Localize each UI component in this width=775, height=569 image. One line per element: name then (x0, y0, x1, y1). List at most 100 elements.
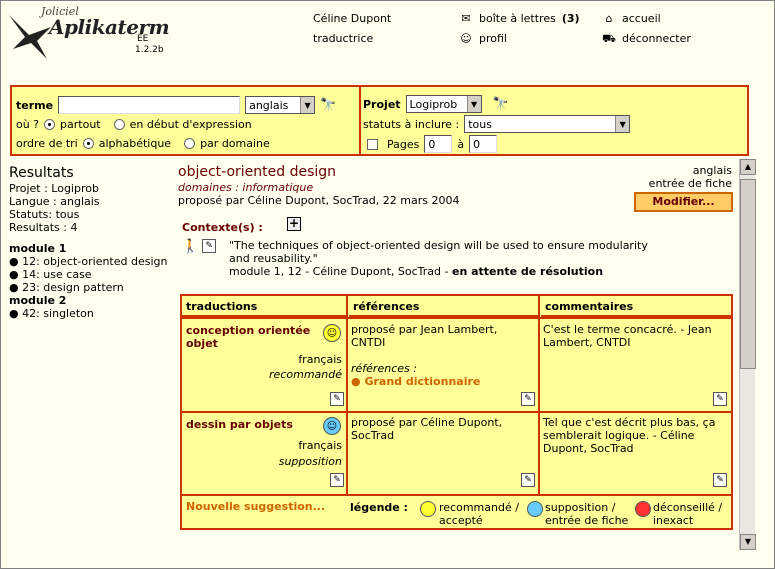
edit-icon[interactable]: ✎ (330, 392, 344, 406)
comment-text: C'est le terme concacré. - Jean Lambert,… (543, 323, 712, 349)
divider (538, 296, 540, 496)
translation-term: conception orientée objet (186, 324, 311, 350)
reference-link[interactable]: ● Grand dictionnaire (351, 375, 531, 388)
divider (346, 296, 348, 496)
radio-domain[interactable] (184, 138, 196, 149)
envelope-icon: ✉ (461, 11, 471, 25)
profile-label: profil (479, 32, 507, 45)
smiley-happy-icon: ☺ (323, 324, 341, 342)
edit-icon[interactable]: ✎ (330, 473, 344, 487)
context-label: Contexte(s) : (182, 221, 263, 234)
edit-icon[interactable]: ✎ (521, 473, 535, 487)
context-quote: "The techniques of object-oriented desig… (229, 239, 648, 265)
home-icon: ⌂ (605, 11, 613, 25)
smiley-sad-icon (635, 501, 651, 517)
pages-field: Pages à (367, 135, 498, 153)
user-role: traductrice (313, 32, 374, 45)
header-references: références (349, 296, 539, 317)
modify-button[interactable]: Modifier... (634, 192, 733, 212)
language-value: anglais (249, 98, 289, 112)
add-context-button[interactable]: + (287, 217, 301, 231)
divider (182, 411, 731, 413)
binoculars-icon[interactable]: 🔭 (320, 98, 336, 113)
term-input[interactable] (58, 96, 241, 114)
list-item[interactable]: ● 14: use case (9, 268, 169, 281)
edit-icon[interactable]: ✎ (713, 392, 727, 406)
context-icons: 🚶 ✎ (182, 239, 217, 254)
profile-link[interactable]: ☺ profil (459, 32, 507, 45)
radio-start[interactable] (113, 119, 125, 130)
edit-icon[interactable]: ✎ (713, 473, 727, 487)
inbox-label: boîte à lettres (479, 12, 556, 25)
new-suggestion-link[interactable]: Nouvelle suggestion... (186, 500, 325, 513)
logo: Joliciel Aplikaterm EE 1.2.2b (7, 3, 170, 63)
entry-lang: anglais (692, 164, 732, 177)
comment-text: Tel que c'est décrit plus bas, ça semble… (543, 416, 716, 455)
profile-icon: ☺ (460, 31, 472, 45)
smiley-happy-icon (420, 501, 436, 517)
scroll-thumb[interactable] (740, 179, 756, 369)
results-panel: Resultats Projet : Logiprob Langue : ang… (9, 166, 169, 320)
project-select[interactable]: Logiprob ▼ (405, 95, 482, 113)
status-label: statuts à inclure : (363, 117, 460, 131)
status-field: statuts à inclure : tous ▼ (363, 115, 631, 133)
status-select[interactable]: tous ▼ (464, 115, 631, 133)
header-comments: commentaires (541, 296, 731, 317)
home-link[interactable]: ⌂ accueil (602, 12, 661, 25)
where-opt1: partout (60, 118, 101, 131)
pages-label: Pages (387, 137, 420, 151)
search-panel: terme anglais ▼ 🔭 où ? partout en début … (10, 85, 749, 156)
scroll-down-button[interactable]: ▼ (740, 534, 756, 550)
project-value: Logiprob (409, 97, 458, 111)
entry-meta: anglais entrée de fiche (649, 164, 732, 190)
sort-label: ordre de tri (16, 137, 78, 150)
car-icon: ⛟ (602, 31, 616, 45)
legend-deprecated: déconseillé / inexact (653, 501, 723, 527)
logout-link[interactable]: ⛟ déconnecter (602, 32, 691, 45)
vertical-scrollbar[interactable]: ▲ ▼ (739, 159, 756, 550)
translation-status: supposition (278, 455, 342, 468)
list-item[interactable]: ● 23: design pattern (9, 281, 169, 294)
language-select[interactable]: anglais ▼ (245, 96, 316, 114)
list-item[interactable]: ● 42: singleton (9, 307, 169, 320)
inbox-link[interactable]: ✉ boîte à lettres (3) (459, 11, 580, 25)
pages-to-input[interactable] (469, 135, 498, 153)
module-1-heading: module 1 (9, 242, 67, 255)
entry-title: object-oriented design (178, 164, 337, 180)
entry-type: entrée de fiche (648, 177, 732, 190)
project-field: Projet Logiprob ▼ 🔭 (363, 95, 509, 113)
pages-from-input[interactable] (424, 135, 453, 153)
scroll-up-button[interactable]: ▲ (740, 159, 756, 175)
sort-opt1: alphabétique (98, 137, 172, 150)
radio-alpha[interactable] (82, 138, 94, 149)
term-label: terme (16, 98, 54, 112)
where-opt2: en début d'expression (129, 118, 252, 131)
user-name: Céline Dupont (313, 12, 392, 25)
results-statuts: Statuts: tous (9, 208, 80, 221)
panel-divider (359, 87, 361, 154)
edition: EE (137, 34, 149, 44)
reference-text: proposé par Céline Dupont, SocTrad (351, 416, 503, 442)
project-label: Projet (363, 97, 401, 111)
header-translations: traductions (182, 296, 347, 317)
chevron-down-icon: ▼ (615, 116, 630, 132)
edit-icon[interactable]: ✎ (521, 392, 535, 406)
entry-domains: domaines : informatique (178, 181, 314, 194)
inbox-count: (3) (561, 12, 580, 25)
radio-everywhere[interactable] (44, 119, 56, 130)
legend-supposition: supposition / entrée de fiche (545, 501, 629, 527)
edit-icon[interactable]: ✎ (202, 239, 217, 253)
pages-checkbox[interactable] (367, 138, 378, 150)
chevron-down-icon: ▼ (466, 96, 481, 112)
binoculars-icon[interactable]: 🔭 (493, 97, 509, 112)
list-item[interactable]: ● 12: object-oriented design (9, 255, 169, 268)
context-source: module 1, 12 - Céline Dupont, SocTrad - (229, 265, 449, 278)
where-label: où ? (16, 118, 40, 131)
legend-recommended: recommandé / accepté (439, 501, 519, 527)
home-label: accueil (622, 12, 661, 25)
divider (182, 494, 731, 496)
person-icon: 🚶 (182, 239, 199, 254)
context-text: "The techniques of object-oriented desig… (229, 239, 669, 278)
term-field: terme anglais ▼ 🔭 (16, 96, 336, 114)
results-language: Langue : anglais (9, 195, 100, 208)
